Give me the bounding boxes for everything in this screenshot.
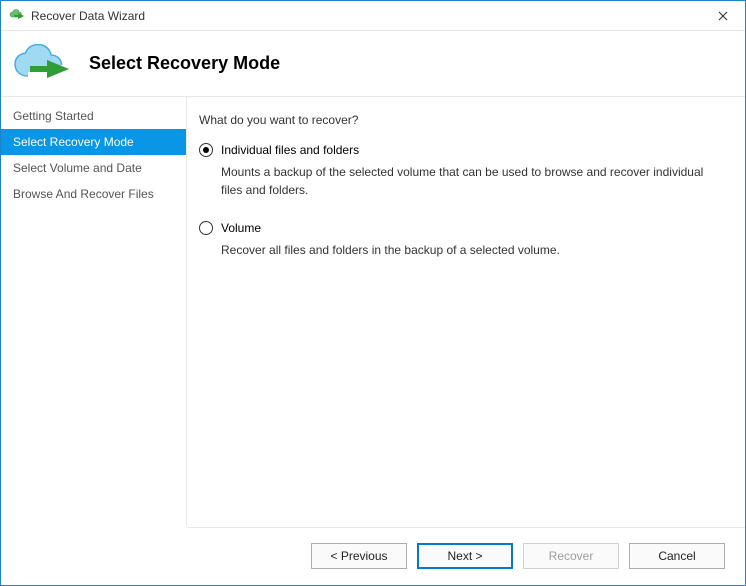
- option-label: Individual files and folders: [221, 143, 359, 157]
- close-icon: [718, 11, 728, 21]
- sidebar-item-select-volume-and-date[interactable]: Select Volume and Date: [1, 155, 186, 181]
- option-individual-files[interactable]: Individual files and folders Mounts a ba…: [199, 143, 727, 199]
- cancel-button[interactable]: Cancel: [629, 543, 725, 569]
- close-button[interactable]: [700, 1, 745, 31]
- radio-individual-files[interactable]: [199, 143, 213, 157]
- wizard-body: Getting Started Select Recovery Mode Sel…: [1, 97, 745, 527]
- content-prompt: What do you want to recover?: [199, 113, 727, 127]
- content: What do you want to recover? Individual …: [187, 97, 745, 527]
- app-icon: [9, 8, 25, 24]
- footer: < Previous Next > Recover Cancel: [187, 527, 745, 583]
- recover-button: Recover: [523, 543, 619, 569]
- option-description: Mounts a backup of the selected volume t…: [221, 163, 727, 199]
- sidebar: Getting Started Select Recovery Mode Sel…: [1, 97, 187, 527]
- option-description: Recover all files and folders in the bac…: [221, 241, 727, 259]
- page-title: Select Recovery Mode: [89, 53, 280, 74]
- next-button[interactable]: Next >: [417, 543, 513, 569]
- previous-button[interactable]: < Previous: [311, 543, 407, 569]
- window-title: Recover Data Wizard: [31, 9, 145, 23]
- cloud-recover-icon: [13, 44, 71, 84]
- sidebar-item-browse-and-recover-files[interactable]: Browse And Recover Files: [1, 181, 186, 207]
- option-label: Volume: [221, 221, 261, 235]
- option-volume[interactable]: Volume Recover all files and folders in …: [199, 221, 727, 259]
- titlebar: Recover Data Wizard: [1, 1, 745, 31]
- header: Select Recovery Mode: [1, 31, 745, 97]
- sidebar-item-select-recovery-mode[interactable]: Select Recovery Mode: [1, 129, 186, 155]
- sidebar-item-getting-started[interactable]: Getting Started: [1, 103, 186, 129]
- radio-volume[interactable]: [199, 221, 213, 235]
